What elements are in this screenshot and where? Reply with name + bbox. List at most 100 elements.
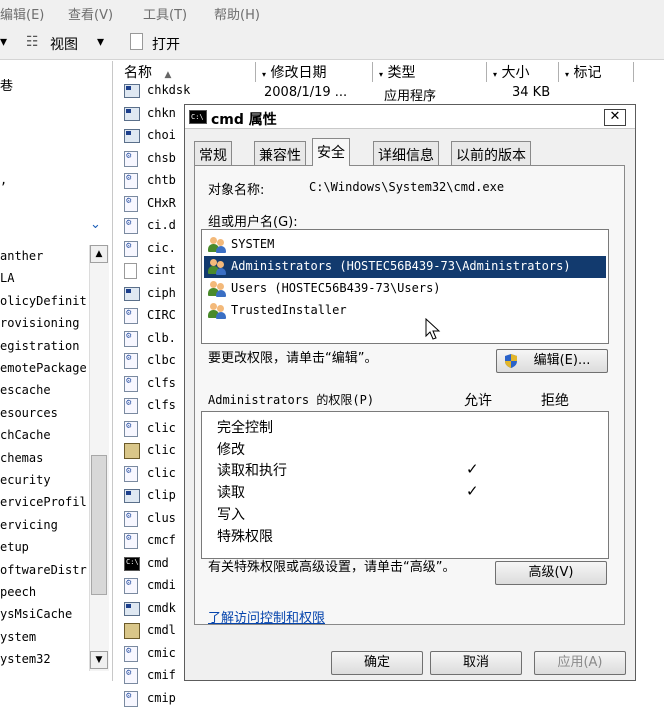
file-name: cmif	[147, 668, 176, 682]
tree-item[interactable]: rovisioning	[0, 316, 79, 330]
group-item-system[interactable]: SYSTEM	[204, 234, 606, 256]
file-row[interactable]: cmip	[124, 689, 194, 711]
tab-previous-versions[interactable]: 以前的版本	[451, 141, 531, 165]
tree-item[interactable]: egistration	[0, 339, 79, 353]
group-list-label: 组或用户名(G):	[208, 215, 298, 230]
column-type-label: 类型	[387, 65, 416, 81]
column-date-label: 修改日期	[270, 65, 327, 81]
doc-icon	[124, 263, 137, 279]
chevron-down-icon[interactable]: ⌄	[90, 217, 101, 232]
views-button[interactable]: 视图	[50, 34, 78, 54]
column-dropdown-icon[interactable]: ▾	[565, 70, 569, 79]
ok-button[interactable]: 确定	[331, 651, 423, 675]
dll-icon	[124, 465, 138, 482]
column-date[interactable]: ▾ 修改日期	[256, 62, 373, 82]
tab-security[interactable]: 安全	[312, 138, 350, 166]
tree-item[interactable]: esources	[0, 406, 58, 420]
file-row[interactable]: chkdsk	[124, 81, 194, 103]
deny-header: 拒绝	[541, 393, 569, 409]
object-name-label: 对象名称:	[208, 183, 265, 198]
group-item-label: Users (HOSTEC56B439-73\Users)	[231, 281, 441, 295]
column-dropdown-icon[interactable]: ▾	[493, 70, 497, 79]
scroll-thumb[interactable]	[91, 455, 107, 595]
file-name: chkn	[147, 105, 176, 120]
tree-item[interactable]: ysMsiCache	[0, 607, 72, 621]
tree-item[interactable]: erviceProfil	[0, 495, 87, 509]
column-type[interactable]: ▾ 类型	[373, 62, 487, 82]
group-item-administrators[interactable]: Administrators (HOSTEC56B439-73\Administ…	[204, 256, 606, 278]
dll-icon	[124, 398, 138, 414]
file-name: clic	[147, 420, 176, 435]
exe-icon	[124, 106, 140, 121]
tab-general[interactable]: 常规	[194, 141, 232, 165]
menu-tools[interactable]: 工具(T)	[143, 4, 187, 23]
file-name: ci.d	[147, 218, 176, 232]
file-name: clb.	[147, 330, 176, 345]
tree-item[interactable]: anther	[0, 249, 43, 263]
tree-item[interactable]: chemas	[0, 451, 43, 465]
file-name: chkdsk	[147, 83, 191, 97]
file-name: clic	[147, 465, 176, 480]
tree-item[interactable]: chCache	[0, 428, 51, 442]
scroll-down-icon[interactable]: ▼	[90, 651, 108, 669]
tree-item-partial[interactable]: ,	[0, 173, 7, 187]
group-item-trustedinstaller[interactable]: TrustedInstaller	[204, 300, 606, 322]
menu-edit[interactable]: 编辑(E)	[0, 4, 44, 23]
open-file-icon	[130, 33, 143, 50]
tree-item[interactable]: ervicing	[0, 518, 58, 532]
cancel-button[interactable]: 取消	[430, 651, 522, 675]
file-name: cmic	[147, 645, 176, 660]
tree-item[interactable]: olicyDefinit	[0, 294, 87, 308]
exe-icon	[124, 129, 140, 143]
column-name[interactable]: 名称 ▲	[118, 62, 256, 82]
tree-item[interactable]: peech	[0, 585, 36, 599]
perm-modify: 修改	[217, 442, 245, 458]
dialog-title: cmd 属性	[211, 112, 277, 128]
tree-item[interactable]: emotePackage	[0, 361, 87, 375]
close-button[interactable]: ✕	[604, 109, 626, 126]
app-icon	[124, 443, 140, 459]
group-list[interactable]: SYSTEM Administrators (HOSTEC56B439-73\A…	[201, 229, 609, 344]
file-date: 2008/1/19 ...	[264, 85, 348, 100]
menu-help[interactable]: 帮助(H)	[214, 4, 260, 23]
file-name: clbc	[147, 353, 176, 367]
access-control-help-link[interactable]: 了解访问控制和权限	[208, 607, 325, 626]
tree-item[interactable]: ecurity	[0, 473, 51, 487]
tree-item[interactable]: oftwareDistr	[0, 563, 87, 577]
open-button[interactable]: 打开	[152, 34, 180, 54]
exe-icon	[124, 84, 140, 98]
tree-scrollbar[interactable]: ▲ ▼	[89, 245, 109, 671]
edit-button[interactable]: 编辑(E)...	[496, 349, 608, 373]
dialog-titlebar[interactable]: C:\ cmd 属性 ✕	[185, 105, 635, 129]
menu-bar: 编辑(E) 查看(V) 工具(T) 帮助(H)	[0, 0, 664, 26]
menu-view[interactable]: 查看(V)	[68, 4, 113, 23]
apply-button[interactable]: 应用(A)	[534, 651, 626, 675]
dll-icon	[124, 240, 138, 257]
column-dropdown-icon[interactable]: ▾	[262, 70, 266, 79]
file-name: clip	[147, 488, 176, 502]
column-size[interactable]: ▾ 大小	[487, 62, 559, 82]
scroll-up-icon[interactable]: ▲	[90, 245, 108, 263]
tree-item[interactable]: ystem32	[0, 652, 51, 666]
users-icon	[208, 281, 226, 297]
column-tag-label: 标记	[573, 65, 602, 81]
tree-item-partial[interactable]: 巷	[0, 75, 13, 94]
toolbar: ▾ ☷ 视图 ▾ 打开	[0, 26, 664, 60]
group-item-label: TrustedInstaller	[231, 303, 347, 317]
users-icon	[208, 237, 226, 253]
tree-item[interactable]: escache	[0, 383, 51, 397]
tree-item[interactable]: LA	[0, 271, 14, 285]
tab-compatibility[interactable]: 兼容性	[254, 141, 306, 165]
advanced-button[interactable]: 高级(V)	[495, 561, 607, 585]
organize-dropdown-icon[interactable]: ▾	[0, 34, 7, 50]
tree-item[interactable]: ystem	[0, 630, 36, 644]
group-item-users[interactable]: Users (HOSTEC56B439-73\Users)	[204, 278, 606, 300]
edit-button-label: 编辑(E)...	[533, 353, 591, 368]
column-tag[interactable]: ▾ 标记	[559, 62, 634, 82]
views-dropdown-icon[interactable]: ▾	[97, 34, 104, 50]
tree-item[interactable]: etup	[0, 540, 29, 554]
exe-icon	[124, 286, 140, 301]
checkmark-icon: ✓	[466, 460, 479, 478]
column-dropdown-icon[interactable]: ▾	[379, 70, 383, 79]
tab-details[interactable]: 详细信息	[373, 141, 439, 165]
